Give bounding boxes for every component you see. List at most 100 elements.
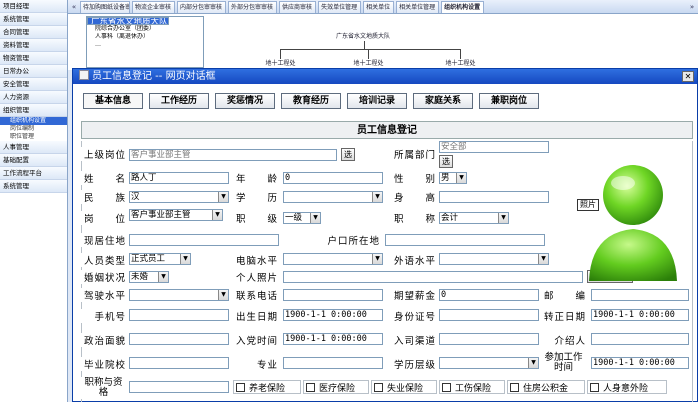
position-select[interactable]: 会计 ▼ [439,212,509,224]
politics-input[interactable] [129,333,229,345]
hukou-input[interactable] [385,234,545,246]
tab[interactable]: 物流企业审核 [132,0,176,13]
tab[interactable]: 供应商审核 [279,0,317,13]
tab-parttime[interactable]: 兼职岗位 [479,93,539,109]
introducer-input[interactable] [591,333,689,345]
medical-insurance-checkbox[interactable]: 医疗保险 [303,380,369,394]
avatar[interactable] [571,143,685,287]
tree-item[interactable]: 广东省水文地质大队 [87,17,169,25]
sidebar-item[interactable]: 系统管理 [0,13,67,26]
tab[interactable]: 内部分包审审核 [177,0,227,13]
hukou-label: 户口所在地 [313,233,383,247]
education-select[interactable]: ▼ [283,191,383,203]
sidebar-item[interactable]: 资料管理 [0,39,67,52]
department-select-button[interactable]: 选 [439,155,453,168]
sidebar-item[interactable]: 系统管理 [0,180,67,193]
pension-insurance-checkbox[interactable]: 养老保险 [233,380,301,394]
sidebar-item[interactable]: 基础配置 [0,154,67,167]
superior-post-select-button[interactable]: 选 [341,148,355,161]
sidebar-item[interactable]: 人力资源 [0,91,67,104]
checkbox-box [442,382,451,392]
tab-org-setup[interactable]: 组织机构设置 [441,0,485,13]
postcode-label: 邮 编 [541,288,589,302]
gender-select[interactable]: 男 ▼ [439,172,467,184]
scroll-left-icon[interactable]: « [68,3,80,11]
sidebar-item[interactable]: 日常办公 [0,65,67,78]
major-input[interactable] [283,357,383,369]
tab[interactable]: 外部分包审审核 [228,0,278,13]
org-root-node[interactable]: 广东省水文地质大队 [318,32,408,41]
ethnicity-select[interactable]: 汉 ▼ [129,191,229,203]
org-child-node[interactable]: 地十工程处 [258,59,303,68]
accident-insurance-checkbox[interactable]: 人身意外险 [587,380,667,394]
ethnicity-value: 汉 [131,192,140,202]
work-start-input[interactable]: 1900-1-1 0:00:00 [591,357,689,369]
sidebar-item[interactable]: 工作流程平台 [0,167,67,180]
tab-education[interactable]: 教育经历 [281,93,341,109]
scroll-right-icon[interactable]: » [686,3,698,11]
residence-input[interactable] [129,234,279,246]
org-tree[interactable]: 广东省水文地质大队 院领导 院综合办公室（团委） 人事科（离退休办） … [86,16,204,68]
confirm-date-input[interactable]: 1900-1-1 0:00:00 [591,309,689,321]
birthdate-input[interactable]: 1900-1-1 0:00:00 [283,309,383,321]
checkbox-box [590,382,599,392]
tree-item[interactable]: 人事科（离退休办） [87,33,203,41]
tab-rewards[interactable]: 奖惩情况 [215,93,275,109]
age-input[interactable]: 0 [283,172,383,184]
housing-fund-checkbox[interactable]: 住房公积金 [507,380,585,394]
sidebar-item[interactable]: 项目经理 [0,0,67,13]
tree-item[interactable]: 院综合办公室（团委） [87,25,203,33]
post-select[interactable]: 客户事业部主管 ▼ [129,209,223,221]
name-input[interactable]: 路人丁 [129,172,229,184]
school-input[interactable] [129,357,229,369]
entry-channel-input[interactable] [439,333,539,345]
org-child-node[interactable]: 地十工程处 [438,59,483,68]
checkbox-box [236,382,245,392]
edu-level-select[interactable]: ▼ [439,357,539,369]
id-number-input[interactable] [439,309,539,321]
ethnicity-label: 民 族 [81,190,129,204]
sidebar-item[interactable]: 安全管理 [0,78,67,91]
height-label: 身 高 [391,190,439,204]
edu-level-label: 学历层级 [391,357,439,371]
unemployment-insurance-checkbox[interactable]: 失业保险 [371,380,437,394]
title-qual-input[interactable] [129,381,229,393]
tab-training[interactable]: 培训记录 [347,93,407,109]
personal-photo-input[interactable] [283,271,583,283]
sidebar-subitem-org-setup[interactable]: 组织机构设置 [0,117,67,125]
mobile-input[interactable] [129,309,229,321]
computer-select[interactable]: ▼ [283,253,383,265]
tab[interactable]: 失效单位管理 [318,0,362,13]
sidebar-item[interactable]: 人事管理 [0,141,67,154]
injury-insurance-checkbox[interactable]: 工伤保险 [439,380,505,394]
org-child-node[interactable]: 地十工程处 [346,59,391,68]
sidebar-item-org[interactable]: 组织管理 [0,104,67,117]
tab[interactable]: 待加购图纸设备审请 [80,0,130,13]
housing-fund-label: 住房公积金 [523,383,569,394]
height-input[interactable] [439,191,549,203]
tree-item[interactable]: … [87,41,203,49]
dialog-titlebar[interactable]: 员工信息登记 -- 网页对话框 ✕ [73,69,697,84]
close-icon[interactable]: ✕ [682,71,694,82]
driving-select[interactable]: ▼ [129,289,229,301]
postcode-input[interactable] [591,289,689,301]
tab[interactable]: 相关单位 [363,0,395,13]
sidebar-item[interactable]: 合同管理 [0,26,67,39]
marital-select[interactable]: 未婚 ▼ [129,271,169,283]
tab[interactable]: 相关单位管理 [396,0,440,13]
language-select[interactable]: ▼ [439,253,549,265]
tab-work-history[interactable]: 工作经历 [149,93,209,109]
tab-family[interactable]: 家庭关系 [413,93,473,109]
sidebar-subitem[interactable]: 岗位编制 [0,125,67,133]
post-label: 岗 位 [81,211,129,225]
party-date-input[interactable]: 1900-1-1 0:00:00 [283,333,383,345]
rank-select[interactable]: 一级 ▼ [283,212,321,224]
tab-basic-info[interactable]: 基本信息 [83,93,143,109]
department-input[interactable]: 安全部 [439,141,549,153]
phone-input[interactable] [283,289,383,301]
expected-salary-input[interactable]: 0 [439,289,539,301]
superior-post-input[interactable]: 客户事业部主管 [129,149,337,161]
sidebar-item[interactable]: 物资管理 [0,52,67,65]
sidebar-subitem[interactable]: 职位管理 [0,133,67,141]
staff-type-select[interactable]: 正式员工 ▼ [129,253,191,265]
